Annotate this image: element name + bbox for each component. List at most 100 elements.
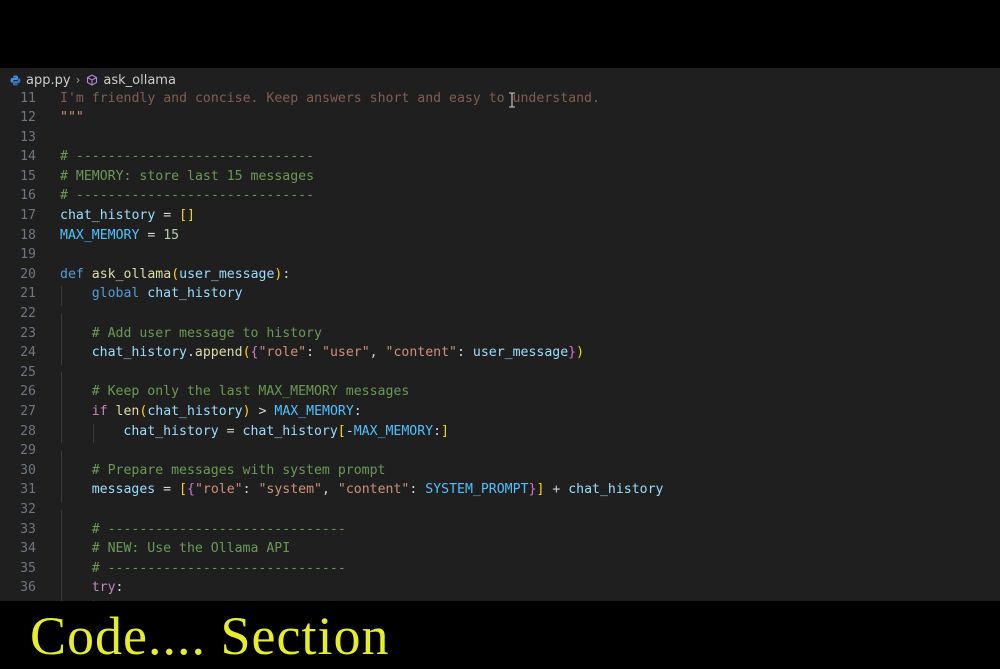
code-line: 36 try: — [0, 578, 1000, 601]
code-token: MAX_MEMORY — [274, 404, 354, 420]
code-token: "content" — [337, 482, 410, 498]
code-line: 13 — [0, 127, 1000, 147]
code-line: 35 # ------------------------------ — [0, 559, 1000, 581]
breadcrumb-symbol[interactable]: ask_ollama — [86, 73, 176, 88]
line-number: 35 — [20, 560, 36, 576]
code-text: # Add user message to history — [60, 325, 322, 346]
code-line: 33 # ------------------------------ — [0, 519, 1000, 542]
line-number: 19 — [20, 247, 36, 263]
video-letterbox-top — [0, 0, 1000, 68]
line-number: 12 — [20, 110, 36, 126]
line-number: 30 — [20, 462, 36, 478]
code-line: 19 — [0, 245, 1000, 265]
code-text: """ — [60, 110, 84, 125]
code-token: ( — [242, 345, 251, 361]
code-text: messages = [{"role": "system", "content"… — [60, 482, 664, 503]
code-token: : — [242, 482, 259, 498]
code-token: [ — [337, 423, 346, 439]
code-token: = — [155, 482, 180, 498]
code-text: if len(chat_history) > MAX_MEMORY: — [60, 404, 362, 424]
code-text: MAX_MEMORY = 15 — [60, 228, 179, 243]
code-token: ) — [242, 404, 251, 420]
code-line: 16 # ------------------------------ — [0, 186, 1000, 206]
code-editor[interactable]: 11 I'm friendly and concise. Keep answers… — [0, 92, 1000, 601]
code-token: def — [60, 266, 84, 282]
code-token: if — [91, 404, 108, 420]
line-number: 25 — [20, 364, 36, 380]
line-number: 34 — [20, 541, 36, 557]
line-number: 15 — [20, 168, 36, 184]
code-token: . — [186, 345, 195, 361]
line-number: 28 — [20, 423, 36, 439]
code-token: : — [115, 580, 124, 596]
chevron-right-icon: › — [75, 73, 81, 87]
code-token: : — [306, 345, 322, 361]
code-token: # ------------------------------ — [91, 521, 346, 537]
code-text: # ------------------------------ — [60, 560, 346, 581]
code-text: # ------------------------------ — [60, 188, 314, 203]
code-token: # Keep only the last MAX_MEMORY messages — [91, 384, 410, 400]
code-token: , — [369, 345, 386, 361]
line-number: 14 — [20, 149, 36, 165]
code-token: + — [544, 482, 569, 498]
code-token: : — [353, 404, 362, 420]
line-number: 23 — [20, 325, 36, 341]
code-token: [ — [179, 482, 187, 498]
code-token: ( — [171, 266, 180, 282]
code-token: # Prepare messages with system prompt — [91, 462, 386, 478]
code-token: } — [568, 345, 577, 361]
code-text: def ask_ollama(user_message): — [60, 267, 290, 282]
method-cube-icon — [87, 74, 98, 86]
code-line: 30 # Prepare messages with system prompt — [0, 461, 1000, 483]
code-line: 20 def ask_ollama(user_message): — [0, 265, 1000, 285]
code-token: chat_history — [242, 423, 338, 439]
code-token: chat_history — [91, 345, 187, 361]
code-text: # ------------------------------ — [60, 149, 314, 164]
code-line: 34 # NEW: Use the Ollama API — [0, 539, 1000, 561]
code-token: I'm friendly and concise. Keep answers s… — [60, 92, 600, 106]
code-line: 27 if len(chat_history) > MAX_MEMORY: — [0, 402, 1000, 424]
code-token: - — [345, 423, 354, 439]
code-token: append — [194, 345, 243, 361]
code-token: # ------------------------------ — [91, 560, 346, 576]
code-token: MAX_MEMORY — [60, 227, 140, 243]
code-text: # Prepare messages with system prompt — [60, 462, 386, 483]
breadcrumb-file-label: app.py — [26, 72, 71, 88]
code-line: 23 # Add user message to history — [0, 323, 1000, 346]
line-number: 24 — [20, 345, 36, 361]
code-token: : — [282, 266, 291, 282]
line-number: 29 — [20, 443, 36, 459]
code-token: # NEW: Use the Ollama API — [91, 541, 291, 557]
code-text: # ------------------------------ — [60, 521, 346, 542]
code-text: # Keep only the last MAX_MEMORY messages — [60, 384, 410, 405]
code-token: > — [250, 404, 275, 420]
code-line: 15 # MEMORY: store last 15 messages — [0, 167, 1000, 187]
code-text: I'm friendly and concise. Keep answers s… — [60, 92, 600, 106]
line-number: 36 — [20, 580, 36, 596]
code-token: chat_history — [147, 404, 243, 420]
code-token: : — [433, 423, 442, 439]
code-line: 29 — [0, 441, 1000, 471]
code-token: len — [115, 404, 140, 420]
breadcrumb: app.py › ask_ollama — [0, 68, 1000, 92]
code-token: ask_ollama — [91, 266, 172, 282]
code-token: try — [91, 580, 116, 596]
code-token: user_message — [472, 345, 569, 361]
code-text: # NEW: Use the Ollama API — [60, 541, 291, 561]
code-token: chat_history — [568, 482, 664, 498]
text-cursor-icon — [509, 92, 515, 108]
code-token: chat_history — [147, 286, 243, 302]
code-line: 31 messages = [{"role": "system", "conten… — [0, 480, 1000, 503]
breadcrumb-symbol-label: ask_ollama — [103, 72, 176, 88]
line-number: 22 — [20, 306, 36, 322]
code-token: "role" — [258, 345, 307, 361]
line-number: 26 — [20, 384, 36, 400]
breadcrumb-file[interactable]: app.py — [10, 73, 71, 88]
line-number: 20 — [20, 266, 36, 282]
code-token: # ------------------------------ — [60, 188, 315, 204]
code-token: user_message — [179, 266, 275, 282]
code-token: = — [155, 208, 180, 224]
code-token: chat_history — [123, 423, 219, 439]
